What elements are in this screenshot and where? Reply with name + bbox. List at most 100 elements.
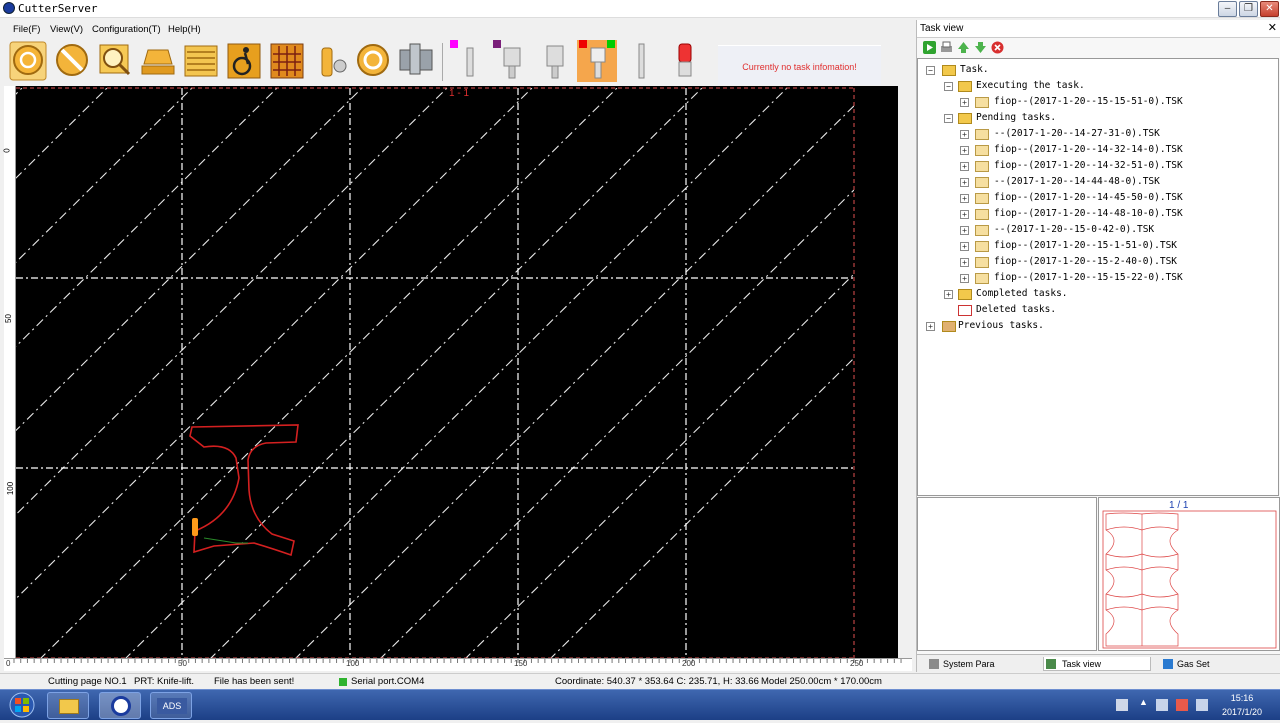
task-file-icon xyxy=(975,161,989,172)
menu-help[interactable]: Help(H) xyxy=(168,24,201,35)
expand-icon[interactable]: + xyxy=(926,322,935,331)
clock-date[interactable]: 2017/1/20 xyxy=(1212,707,1272,717)
menu-view[interactable]: View(V) xyxy=(50,24,83,35)
status-file: File has been sent! xyxy=(214,676,295,687)
cutting-canvas[interactable]: 1 - 1 0 50 100 xyxy=(2,86,912,660)
zoom-button[interactable] xyxy=(95,40,135,82)
accessibility-button[interactable] xyxy=(224,40,264,82)
play-icon[interactable] xyxy=(923,41,936,54)
layout-preview[interactable]: 1 / 1 xyxy=(1098,497,1280,651)
expand-icon[interactable]: + xyxy=(944,290,953,299)
status-serial: Serial port.COM4 xyxy=(351,676,425,687)
flag-icon[interactable] xyxy=(1176,699,1188,711)
status-bar: Cutting page NO.1 PRT: Knife-lift. File … xyxy=(0,673,1280,689)
start-button[interactable] xyxy=(8,40,48,82)
expand-icon[interactable]: + xyxy=(960,130,969,139)
minimize-button[interactable]: – xyxy=(1218,1,1237,17)
volume-icon[interactable] xyxy=(1196,699,1208,711)
tab-label: Gas Set xyxy=(1177,659,1210,669)
panel-close-icon[interactable]: ✕ xyxy=(1268,21,1277,34)
settings-icon xyxy=(929,659,939,669)
reset-button[interactable] xyxy=(353,40,393,82)
expand-icon[interactable]: + xyxy=(960,162,969,171)
start-button[interactable] xyxy=(4,691,40,720)
ruler-x-label: 50 xyxy=(178,659,187,668)
show-hidden-icons[interactable]: ▲ xyxy=(1139,697,1148,707)
keyboard-icon[interactable] xyxy=(1116,699,1128,711)
wheelchair-icon xyxy=(227,43,261,79)
expand-icon[interactable]: + xyxy=(960,258,969,267)
ruler-y-label: 50 xyxy=(3,314,13,323)
stop-button[interactable] xyxy=(52,40,92,82)
task-item-label: fiop--(2017-1-20--15-15-22-0).TSK xyxy=(994,272,1183,283)
ruler-y-label: 100 xyxy=(6,481,16,496)
cut-pattern[interactable] xyxy=(189,424,299,557)
move-up-icon[interactable] xyxy=(957,41,970,54)
tool-drill-button[interactable] xyxy=(534,40,574,82)
drill-tool-icon xyxy=(546,45,564,79)
folder-icon xyxy=(958,289,972,300)
expand-icon[interactable]: + xyxy=(960,98,969,107)
power-icon xyxy=(9,41,47,81)
task-file-icon xyxy=(975,273,989,284)
executing-label: Executing the task. xyxy=(976,80,1085,91)
ruler-y-label: 0 xyxy=(2,148,12,153)
tab-task-view[interactable]: Task view xyxy=(1043,657,1151,671)
network-icon[interactable] xyxy=(1156,699,1168,711)
tab-gas-set[interactable]: Gas Set xyxy=(1161,657,1210,671)
taskbar-explorer[interactable] xyxy=(47,692,89,719)
task-file-icon xyxy=(975,97,989,108)
task-file-icon xyxy=(975,225,989,236)
task-file-icon xyxy=(975,241,989,252)
clock-time[interactable]: 15:16 xyxy=(1222,693,1262,703)
task-view-icon xyxy=(1046,659,1056,669)
task-item-label: fiop--(2017-1-20--15-1-51-0).TSK xyxy=(994,240,1178,251)
expand-icon[interactable]: + xyxy=(960,146,969,155)
expand-icon[interactable]: + xyxy=(960,242,969,251)
deleted-label: Deleted tasks. xyxy=(976,304,1057,315)
refresh-icon xyxy=(357,44,389,76)
collapse-icon[interactable]: − xyxy=(944,114,953,123)
active-tool-icon xyxy=(579,40,615,79)
expand-icon[interactable]: + xyxy=(960,274,969,283)
connection-icon xyxy=(339,678,347,686)
spray-button[interactable] xyxy=(310,40,350,82)
folder-icon xyxy=(942,65,956,76)
maximize-button[interactable]: ❐ xyxy=(1239,1,1258,17)
taskbar-cutterserver[interactable] xyxy=(99,692,141,719)
menu-bar: File(F) View(V) Configuration(T) Help(H) xyxy=(0,20,916,40)
pen-tool-icon xyxy=(450,40,474,77)
machine-button[interactable] xyxy=(396,40,436,82)
collapse-icon[interactable]: − xyxy=(944,82,953,91)
grid-button[interactable] xyxy=(267,40,307,82)
collapse-icon[interactable]: − xyxy=(926,66,935,75)
cutterserver-icon xyxy=(111,696,131,716)
alarm-button[interactable] xyxy=(665,40,705,82)
windows-logo-icon xyxy=(9,692,35,718)
taskbar-ads[interactable]: ADS xyxy=(150,692,192,719)
cutter-head-icon xyxy=(192,518,198,536)
delete-icon[interactable] xyxy=(991,41,1004,54)
print-icon[interactable] xyxy=(940,41,953,54)
move-down-icon[interactable] xyxy=(974,41,987,54)
expand-icon[interactable]: + xyxy=(960,178,969,187)
tab-system-para[interactable]: System Para xyxy=(927,657,995,671)
expand-icon[interactable]: + xyxy=(960,226,969,235)
tool-rod-button[interactable] xyxy=(620,40,660,82)
tool-pen-button[interactable] xyxy=(448,40,488,82)
close-button[interactable]: ✕ xyxy=(1260,1,1279,17)
ruler-ticks xyxy=(13,659,902,663)
toolbar-separator xyxy=(442,43,443,81)
menu-file[interactable]: File(F) xyxy=(13,24,40,35)
alarm-light-icon xyxy=(678,43,692,77)
expand-icon[interactable]: + xyxy=(960,194,969,203)
feed-button[interactable] xyxy=(181,40,221,82)
vertical-ruler: 0 50 100 xyxy=(2,86,16,660)
expand-icon[interactable]: + xyxy=(960,210,969,219)
flatten-button[interactable] xyxy=(138,40,178,82)
layout-thumbnail xyxy=(1102,510,1277,649)
app-icon xyxy=(3,2,15,14)
tool-knife-button[interactable] xyxy=(491,40,531,82)
menu-configuration[interactable]: Configuration(T) xyxy=(92,24,161,35)
tool-selected-button[interactable] xyxy=(577,40,617,82)
